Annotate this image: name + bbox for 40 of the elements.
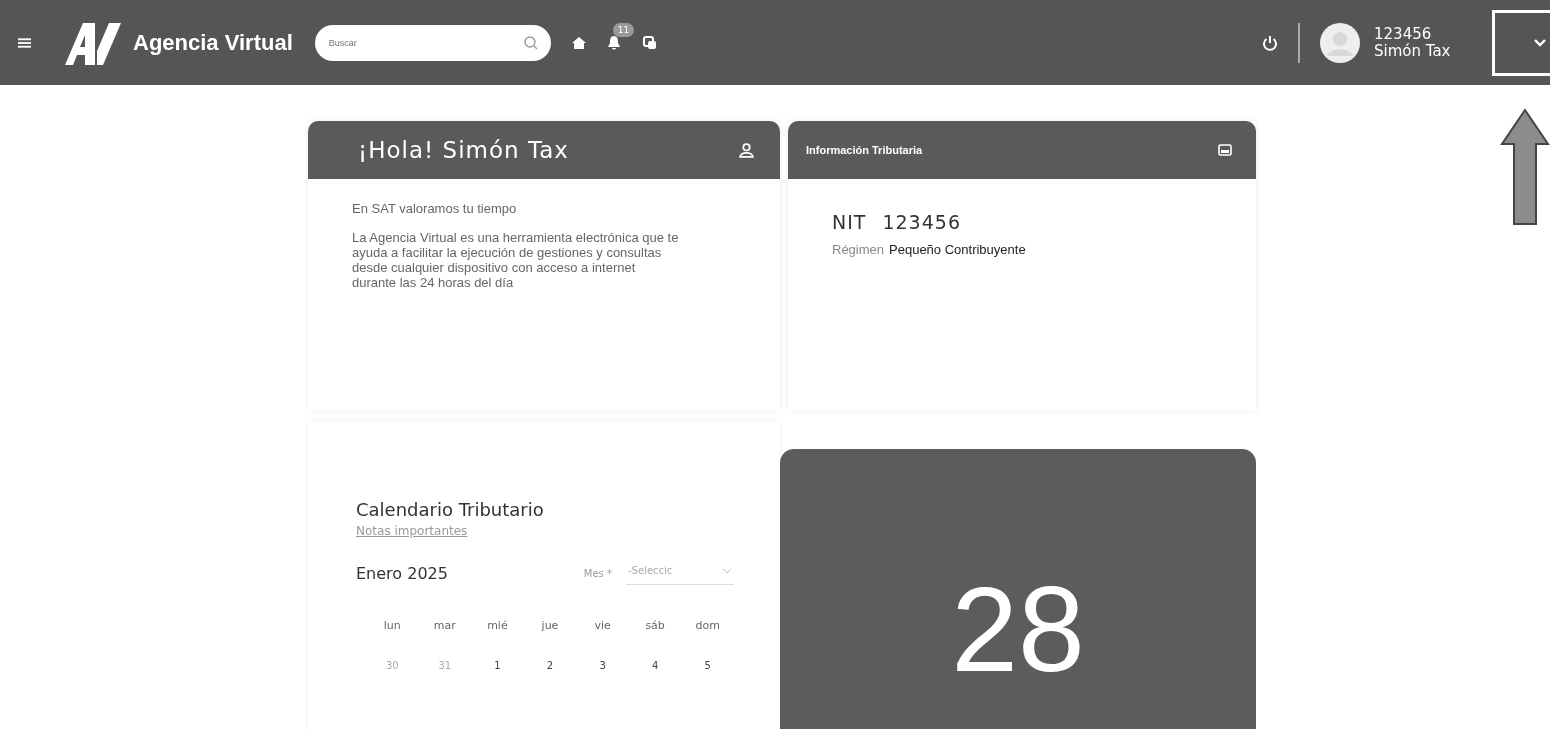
nit-label: NIT: [832, 211, 867, 233]
weekday-label: mar: [432, 619, 457, 632]
weekday-label: mié: [486, 619, 509, 632]
calendar-day[interactable]: 3: [576, 660, 629, 671]
month-label: Mes *: [583, 567, 612, 579]
bell-icon[interactable]: [606, 34, 621, 51]
user-name: Simón Tax: [1374, 42, 1452, 60]
month-title: Enero 2025: [356, 563, 449, 583]
brand-name: Agencia Virtual: [133, 29, 293, 56]
avatar-icon[interactable]: [1320, 22, 1360, 63]
day-number: 28: [951, 569, 1085, 689]
windows-icon[interactable]: [642, 35, 657, 50]
search-field[interactable]: Buscar: [314, 24, 551, 61]
id-card-icon[interactable]: [1218, 144, 1232, 156]
power-icon[interactable]: [1262, 34, 1278, 51]
search-icon[interactable]: [522, 34, 539, 51]
nit-value: 123456: [882, 211, 961, 233]
weekday-label: lun: [382, 619, 402, 632]
weekday-label: sáb: [644, 619, 666, 632]
calendar-day[interactable]: 4: [628, 660, 682, 671]
calendar-title: Calendario Tributario: [356, 499, 545, 520]
weekday-label: dom: [694, 619, 721, 632]
person-icon[interactable]: [739, 142, 754, 158]
card-title: Información Tributaria: [806, 144, 923, 156]
tagline: En SAT valoramos tu tiempo: [352, 201, 518, 216]
calendar-day[interactable]: 1: [471, 660, 524, 671]
user-id: 123456: [1374, 25, 1433, 43]
regime-value: Pequeño Contribuyente: [889, 242, 1026, 257]
description: La Agencia Virtual es una herramienta electrónica que te ayuda a facilitar la ejecución de gestiones y consultas desde cualquier dispositivo con acceso a internet durante las 24 horas del día: [352, 230, 680, 290]
menu-icon[interactable]: [18, 35, 31, 50]
regime-label: Régimen: [832, 242, 885, 257]
welcome-title: ¡Hola! Simón Tax: [358, 137, 569, 163]
calendar-day[interactable]: 5: [681, 660, 734, 671]
user-menu-button[interactable]: [1492, 9, 1550, 76]
weekday-label: jue: [540, 619, 560, 632]
logo-icon: [63, 20, 123, 65]
home-icon[interactable]: [570, 35, 587, 50]
weekday-label: vie: [593, 619, 612, 632]
calendar-day[interactable]: 2: [523, 660, 577, 671]
notification-badge: 11: [612, 22, 635, 37]
